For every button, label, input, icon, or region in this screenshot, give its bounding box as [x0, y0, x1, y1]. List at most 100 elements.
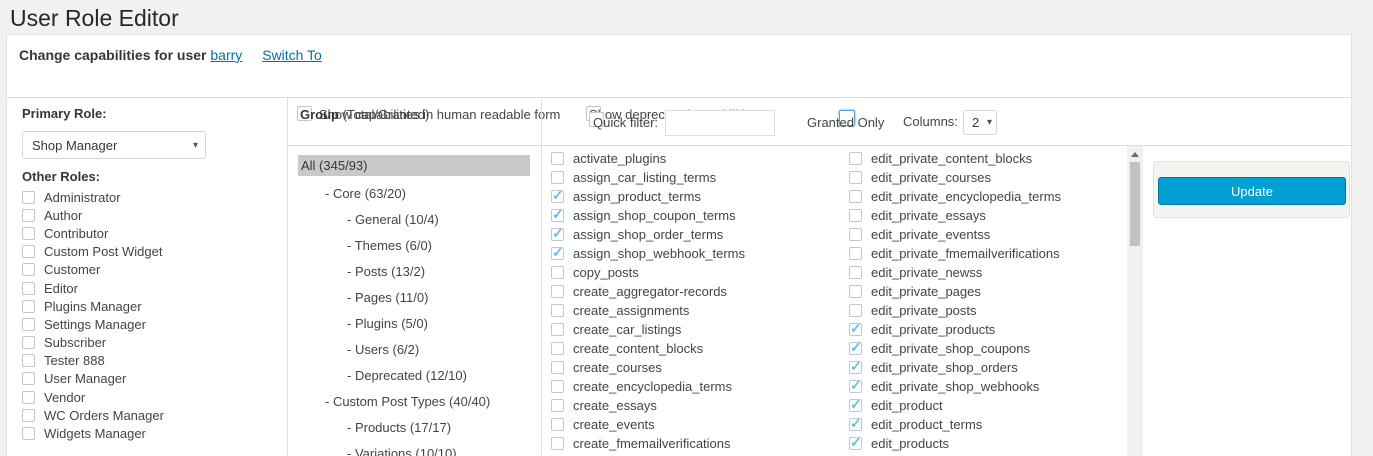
- capability-checkbox[interactable]: [849, 152, 862, 165]
- capability-checkbox[interactable]: [849, 342, 862, 355]
- role-checkbox[interactable]: [22, 409, 35, 422]
- group-tree-item[interactable]: - Custom Post Types (40/40): [298, 389, 541, 415]
- capability-checkbox[interactable]: [551, 247, 564, 260]
- group-tree-item[interactable]: - Core (63/20): [298, 181, 541, 207]
- role-row: Tester 888: [22, 352, 277, 370]
- capability-label: activate_plugins: [573, 151, 666, 166]
- group-tree-item[interactable]: - Variations (10/10): [298, 441, 541, 456]
- role-label: User Manager: [44, 371, 126, 386]
- role-checkbox[interactable]: [22, 354, 35, 367]
- group-tree-item[interactable]: - Plugins (5/0): [298, 311, 541, 337]
- role-row: Plugins Manager: [22, 297, 277, 315]
- primary-role-select[interactable]: Shop Manager ▾: [22, 131, 206, 159]
- columns-select[interactable]: 2 ▾: [963, 110, 997, 135]
- tree-divider: [541, 98, 542, 455]
- capability-checkbox[interactable]: [551, 323, 564, 336]
- capability-checkbox[interactable]: [551, 171, 564, 184]
- capability-checkbox[interactable]: [849, 437, 862, 450]
- quick-filter-input[interactable]: [665, 110, 775, 136]
- capability-checkbox[interactable]: [849, 266, 862, 279]
- capability-row: create_essays: [551, 396, 843, 415]
- primary-role-value: Shop Manager: [32, 138, 117, 153]
- group-tree-item[interactable]: - Posts (13/2): [298, 259, 541, 285]
- role-checkbox[interactable]: [22, 191, 35, 204]
- capability-checkbox[interactable]: [551, 304, 564, 317]
- role-label: Vendor: [44, 390, 85, 405]
- capability-checkbox[interactable]: [551, 361, 564, 374]
- capability-checkbox[interactable]: [551, 285, 564, 298]
- capability-checkbox[interactable]: [849, 361, 862, 374]
- role-checkbox[interactable]: [22, 391, 35, 404]
- group-tree-item[interactable]: - Users (6/2): [298, 337, 541, 363]
- chevron-down-icon: ▾: [186, 140, 205, 151]
- capability-checkbox[interactable]: [849, 209, 862, 222]
- capability-checkbox[interactable]: [849, 285, 862, 298]
- role-checkbox[interactable]: [22, 245, 35, 258]
- capability-checkbox[interactable]: [551, 342, 564, 355]
- capability-label: edit_private_pages: [871, 284, 981, 299]
- capability-checkbox[interactable]: [849, 418, 862, 431]
- role-checkbox[interactable]: [22, 318, 35, 331]
- switch-to-link[interactable]: Switch To: [262, 47, 322, 63]
- role-checkbox[interactable]: [22, 263, 35, 276]
- role-checkbox[interactable]: [22, 300, 35, 313]
- group-header-note: (Total/Granted): [339, 107, 429, 122]
- capability-label: create_aggregator-records: [573, 284, 727, 299]
- role-row: Vendor: [22, 388, 277, 406]
- capability-checkbox[interactable]: [849, 190, 862, 203]
- scrollbar-thumb[interactable]: [1130, 162, 1140, 246]
- capability-checkbox[interactable]: [849, 380, 862, 393]
- capability-checkbox[interactable]: [551, 418, 564, 431]
- capability-checkbox[interactable]: [849, 304, 862, 317]
- capability-label: create_car_listings: [573, 322, 681, 337]
- capability-row: create_assignments: [551, 301, 843, 320]
- capability-checkbox[interactable]: [551, 209, 564, 222]
- other-roles-label: Other Roles:: [22, 169, 100, 184]
- capability-row: edit_private_posts: [849, 301, 1141, 320]
- capability-checkbox[interactable]: [551, 380, 564, 393]
- user-link[interactable]: barry: [210, 47, 242, 63]
- role-checkbox[interactable]: [22, 227, 35, 240]
- role-label: Contributor: [44, 226, 108, 241]
- role-label: Editor: [44, 281, 78, 296]
- group-header-bold: Group: [300, 107, 339, 122]
- group-tree-item[interactable]: - Deprecated (12/10): [298, 363, 541, 389]
- capability-row: create_aggregator-records: [551, 282, 843, 301]
- capability-checkbox[interactable]: [551, 190, 564, 203]
- capability-checkbox[interactable]: [551, 437, 564, 450]
- group-tree-item[interactable]: - Pages (11/0): [298, 285, 541, 311]
- capability-row: edit_private_newss: [849, 263, 1141, 282]
- capability-checkbox[interactable]: [849, 171, 862, 184]
- capability-label: create_events: [573, 417, 655, 432]
- role-checkbox[interactable]: [22, 336, 35, 349]
- capability-row: create_encyclopedia_terms: [551, 377, 843, 396]
- role-checkbox[interactable]: [22, 427, 35, 440]
- group-tree-item[interactable]: - General (10/4): [298, 207, 541, 233]
- capability-label: create_courses: [573, 360, 662, 375]
- capability-checkbox[interactable]: [551, 152, 564, 165]
- capability-checkbox[interactable]: [551, 266, 564, 279]
- capability-row: assign_product_terms: [551, 187, 843, 206]
- columns-label: Columns:: [903, 114, 958, 129]
- capability-checkbox[interactable]: [849, 399, 862, 412]
- capability-checkbox[interactable]: [849, 323, 862, 336]
- group-tree-item[interactable]: - Products (17/17): [298, 415, 541, 441]
- capability-row: edit_private_content_blocks: [849, 149, 1141, 168]
- role-checkbox[interactable]: [22, 372, 35, 385]
- capability-row: edit_product: [849, 396, 1141, 415]
- capability-checkbox[interactable]: [849, 228, 862, 241]
- capability-checkbox[interactable]: [551, 399, 564, 412]
- role-checkbox[interactable]: [22, 209, 35, 222]
- update-button[interactable]: Update: [1158, 177, 1346, 205]
- scroll-up-icon[interactable]: [1131, 152, 1139, 157]
- role-checkbox[interactable]: [22, 282, 35, 295]
- role-row: Subscriber: [22, 334, 277, 352]
- capability-checkbox[interactable]: [849, 247, 862, 260]
- page-title: User Role Editor: [10, 5, 179, 32]
- role-row: Author: [22, 206, 277, 224]
- capability-checkbox[interactable]: [551, 228, 564, 241]
- group-tree-item[interactable]: - Themes (6/0): [298, 233, 541, 259]
- role-row: WC Orders Manager: [22, 406, 277, 424]
- capabilities-scrollbar[interactable]: [1127, 146, 1143, 456]
- group-tree-item[interactable]: All (345/93): [298, 155, 530, 176]
